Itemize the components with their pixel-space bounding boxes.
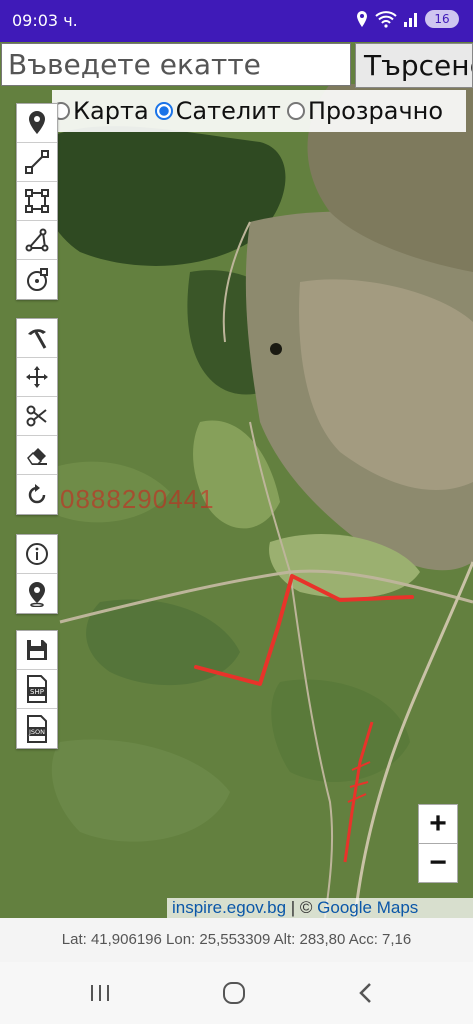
polygon-icon	[25, 189, 49, 213]
layer-option-map[interactable]: Карта	[52, 97, 149, 125]
export-shp-button[interactable]: SHP	[17, 670, 57, 709]
eraser-icon	[27, 448, 47, 465]
radio-transparent[interactable]	[286, 102, 305, 120]
android-nav-bar	[0, 962, 473, 1024]
zoom-in-button[interactable]: +	[418, 804, 458, 844]
move-arrows-icon	[26, 366, 48, 388]
status-icons: 16	[355, 10, 459, 28]
battery-level: 16	[434, 12, 450, 26]
circle-tool-button[interactable]	[17, 260, 57, 299]
pickaxe-icon	[28, 329, 47, 349]
polyline-icon	[25, 150, 49, 174]
info-tool-button[interactable]	[17, 535, 57, 574]
google-maps-link[interactable]: Google Maps	[317, 898, 418, 917]
satellite-map[interactable]	[0, 42, 473, 918]
layer-label-map: Карта	[73, 97, 149, 125]
info-icon	[26, 543, 48, 565]
eraser-tool-button[interactable]	[17, 436, 57, 475]
marker-tool-button[interactable]	[17, 104, 57, 143]
toolbar-export-group: SHP JSON	[16, 630, 58, 749]
gps-info-bar: Lat: 41,906196 Lon: 25,553309 Alt: 283,8…	[0, 918, 473, 962]
angle-measure-icon	[25, 228, 49, 252]
location-icon	[357, 11, 367, 27]
export-json-button[interactable]: JSON	[17, 709, 57, 748]
pickaxe-tool-button[interactable]	[17, 319, 57, 358]
map-marker-icon	[29, 111, 45, 134]
line-tool-button[interactable]	[17, 143, 57, 182]
undo-tool-button[interactable]	[17, 475, 57, 514]
circle-draw-icon	[27, 267, 48, 291]
toolbar-info-group	[16, 534, 58, 614]
ekatte-search-input[interactable]	[1, 43, 351, 86]
map-watermark: 0888290441	[60, 484, 215, 514]
home-icon	[223, 982, 245, 1004]
undo-icon	[28, 483, 46, 503]
scissors-icon	[26, 405, 47, 427]
shp-label: SHP	[30, 688, 44, 696]
battery-icon: 16	[425, 10, 459, 28]
toolbar-draw-group	[16, 103, 58, 300]
back-chevron-icon	[359, 983, 371, 1003]
layer-option-satellite[interactable]: Сателит	[154, 97, 281, 125]
status-bar: 09:03 ч. 16	[0, 0, 473, 42]
recent-apps-icon	[91, 985, 109, 1001]
recent-apps-button[interactable]	[80, 976, 120, 1010]
zoom-out-button[interactable]: −	[418, 843, 458, 883]
status-time: 09:03 ч.	[12, 11, 78, 30]
layer-option-transparent[interactable]: Прозрачно	[286, 97, 444, 125]
attribution-separator: | ©	[286, 898, 318, 917]
json-file-icon: JSON	[27, 714, 47, 743]
satellite-imagery	[0, 42, 473, 918]
wifi-icon	[375, 11, 397, 28]
toolbar-edit-group	[16, 318, 58, 515]
home-button[interactable]	[214, 976, 254, 1010]
radio-satellite[interactable]	[154, 102, 173, 120]
json-label: JSON	[28, 728, 45, 736]
move-tool-button[interactable]	[17, 358, 57, 397]
search-button[interactable]: Търсене	[355, 43, 473, 88]
save-floppy-icon	[27, 640, 47, 660]
angle-tool-button[interactable]	[17, 221, 57, 260]
shp-file-icon: SHP	[27, 675, 47, 703]
cut-tool-button[interactable]	[17, 397, 57, 436]
location-pin-tool-button[interactable]	[17, 574, 57, 613]
inspire-link[interactable]: inspire.egov.bg	[172, 898, 286, 917]
layer-selector: Карта Сателит Прозрачно	[52, 90, 466, 132]
save-tool-button[interactable]	[17, 631, 57, 670]
back-button[interactable]	[346, 976, 386, 1010]
signal-icon	[404, 13, 417, 27]
layer-label-transparent: Прозрачно	[307, 97, 444, 125]
location-pin-icon	[29, 581, 45, 607]
polygon-tool-button[interactable]	[17, 182, 57, 221]
map-attribution: inspire.egov.bg | © Google Maps	[167, 898, 473, 918]
layer-label-satellite: Сателит	[175, 97, 281, 125]
